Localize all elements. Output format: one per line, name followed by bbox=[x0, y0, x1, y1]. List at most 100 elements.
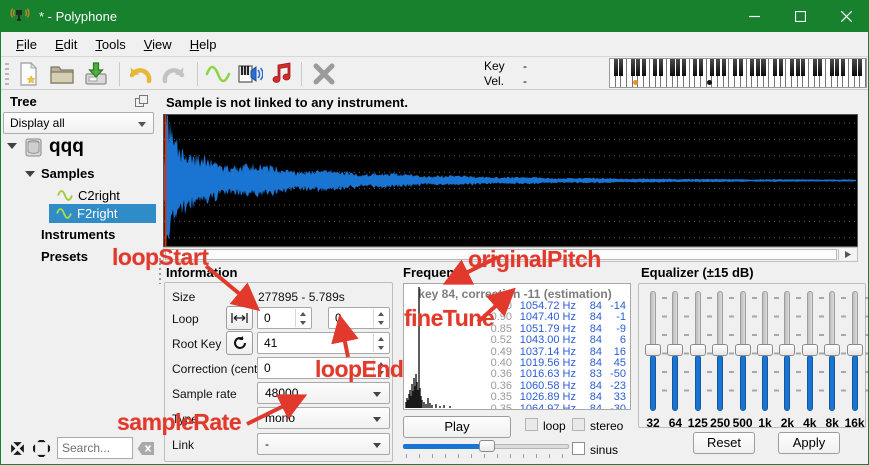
piano-black-key[interactable] bbox=[699, 59, 703, 76]
eq-slider-1k[interactable]: 1k bbox=[754, 289, 776, 411]
eq-slider-500[interactable]: 500 bbox=[732, 289, 754, 411]
piano-black-key[interactable] bbox=[710, 59, 714, 76]
save-icon[interactable] bbox=[83, 61, 109, 87]
piano-black-key[interactable] bbox=[670, 59, 674, 76]
link-combobox[interactable]: - bbox=[257, 433, 390, 455]
music-note-icon[interactable] bbox=[269, 61, 295, 87]
piano-black-key[interactable] bbox=[841, 59, 845, 76]
eq-slider-125[interactable]: 125 bbox=[687, 289, 709, 411]
eq-slider-64[interactable]: 64 bbox=[664, 289, 686, 411]
loop-start-spinbox[interactable]: 0 bbox=[257, 307, 312, 329]
expand-arrow-icon[interactable] bbox=[7, 143, 17, 149]
piano-black-key[interactable] bbox=[852, 59, 856, 76]
tree-item-f2right-selected[interactable]: F2right bbox=[49, 204, 156, 223]
maximize-button[interactable] bbox=[777, 0, 823, 32]
minimize-button[interactable] bbox=[731, 0, 777, 32]
waveform-display[interactable] bbox=[163, 114, 858, 247]
menu-file[interactable]: File bbox=[7, 33, 46, 56]
menu-tools[interactable]: Tools bbox=[86, 33, 134, 56]
piano-black-key[interactable] bbox=[761, 59, 765, 76]
piano-black-key[interactable] bbox=[693, 59, 697, 76]
play-button[interactable]: Play bbox=[403, 416, 511, 438]
root-key-spinbox[interactable]: 41 bbox=[257, 332, 390, 354]
reset-button[interactable]: Reset bbox=[693, 432, 755, 454]
menu-edit[interactable]: Edit bbox=[46, 33, 86, 56]
eq-slider-2k[interactable]: 2k bbox=[776, 289, 798, 411]
toolbar-drag-handle[interactable] bbox=[5, 63, 9, 85]
stereo-checkbox[interactable] bbox=[572, 418, 585, 431]
eq-slider-handle[interactable] bbox=[779, 344, 795, 356]
eq-slider-handle[interactable] bbox=[712, 344, 728, 356]
eq-slider-4k[interactable]: 4k bbox=[799, 289, 821, 411]
search-input[interactable] bbox=[57, 437, 133, 459]
eq-slider-16k[interactable]: 16k bbox=[844, 289, 866, 411]
eq-slider-250[interactable]: 250 bbox=[709, 289, 731, 411]
keyboard-speaker-icon[interactable] bbox=[237, 61, 263, 87]
piano-black-key[interactable] bbox=[614, 59, 618, 76]
tree-item-samples[interactable]: Samples bbox=[41, 166, 94, 181]
piano-black-key[interactable] bbox=[801, 59, 805, 76]
tree-item-c2right[interactable]: C2right bbox=[57, 188, 120, 203]
eq-slider-handle[interactable] bbox=[847, 344, 863, 356]
piano-black-key[interactable] bbox=[659, 59, 663, 76]
sinus-checkbox[interactable] bbox=[572, 442, 585, 455]
collapse-all-icon[interactable] bbox=[9, 440, 26, 457]
spinner-arrows-icon[interactable] bbox=[373, 309, 388, 327]
new-file-icon[interactable] bbox=[15, 61, 41, 87]
eq-slider-32[interactable]: 32 bbox=[642, 289, 664, 411]
slider-handle[interactable] bbox=[479, 440, 495, 452]
loop-end-spinbox[interactable]: 0 bbox=[328, 307, 390, 329]
eq-slider-handle[interactable] bbox=[645, 344, 661, 356]
tree-item-qqq[interactable]: qqq bbox=[49, 136, 84, 158]
piano-black-key[interactable] bbox=[642, 59, 646, 76]
expand-arrow-icon[interactable] bbox=[25, 171, 35, 177]
piano-black-key[interactable] bbox=[796, 59, 800, 76]
piano-black-key[interactable] bbox=[733, 59, 737, 76]
piano-black-key[interactable] bbox=[682, 59, 686, 76]
playback-volume-slider[interactable] bbox=[403, 440, 569, 452]
root-key-auto-button[interactable] bbox=[226, 331, 253, 355]
eq-slider-handle[interactable] bbox=[757, 344, 773, 356]
spinner-arrows-icon[interactable] bbox=[373, 334, 388, 352]
eq-slider-handle[interactable] bbox=[735, 344, 751, 356]
tree-item-instruments[interactable]: Instruments bbox=[41, 227, 115, 242]
piano-black-key[interactable] bbox=[818, 59, 822, 76]
undo-icon[interactable] bbox=[127, 61, 153, 87]
eq-slider-handle[interactable] bbox=[824, 344, 840, 356]
piano-black-key[interactable] bbox=[790, 59, 794, 76]
panel-splitter[interactable] bbox=[156, 90, 163, 464]
scrollbar-right-arrow[interactable] bbox=[838, 249, 856, 260]
sample-rate-combobox[interactable]: 48000 bbox=[257, 382, 390, 404]
undock-icon[interactable] bbox=[135, 95, 148, 107]
piano-black-key[interactable] bbox=[636, 59, 640, 76]
eq-slider-handle[interactable] bbox=[667, 344, 683, 356]
piano-black-key[interactable] bbox=[756, 59, 760, 76]
menu-view[interactable]: View bbox=[135, 33, 181, 56]
loop-auto-button[interactable] bbox=[226, 306, 253, 330]
type-combobox[interactable]: mono bbox=[257, 407, 390, 429]
close-button[interactable] bbox=[823, 0, 869, 32]
eq-slider-handle[interactable] bbox=[802, 344, 818, 356]
piano-black-key[interactable] bbox=[779, 59, 783, 76]
open-folder-icon[interactable] bbox=[49, 61, 75, 87]
sine-wave-icon[interactable] bbox=[205, 61, 231, 87]
piano-black-key[interactable] bbox=[631, 59, 635, 76]
menu-help[interactable]: Help bbox=[181, 33, 226, 56]
apply-button[interactable]: Apply bbox=[778, 432, 840, 454]
piano-black-key[interactable] bbox=[619, 59, 623, 76]
piano-black-key[interactable] bbox=[835, 59, 839, 76]
eq-slider-8k[interactable]: 8k bbox=[821, 289, 843, 411]
piano-black-key[interactable] bbox=[773, 59, 777, 76]
piano-keyboard[interactable] bbox=[609, 58, 867, 88]
piano-black-key[interactable] bbox=[676, 59, 680, 76]
piano-black-key[interactable] bbox=[858, 59, 862, 76]
loop-checkbox[interactable] bbox=[525, 418, 538, 431]
redo-icon[interactable] bbox=[161, 61, 187, 87]
delete-icon[interactable] bbox=[311, 61, 337, 87]
clear-search-icon[interactable] bbox=[137, 441, 155, 456]
tree-item-presets[interactable]: Presets bbox=[41, 249, 88, 264]
spinner-arrows-icon[interactable] bbox=[295, 309, 310, 327]
piano-black-key[interactable] bbox=[653, 59, 657, 76]
expand-all-icon[interactable] bbox=[33, 440, 50, 457]
display-filter-combobox[interactable]: Display all bbox=[3, 112, 154, 134]
